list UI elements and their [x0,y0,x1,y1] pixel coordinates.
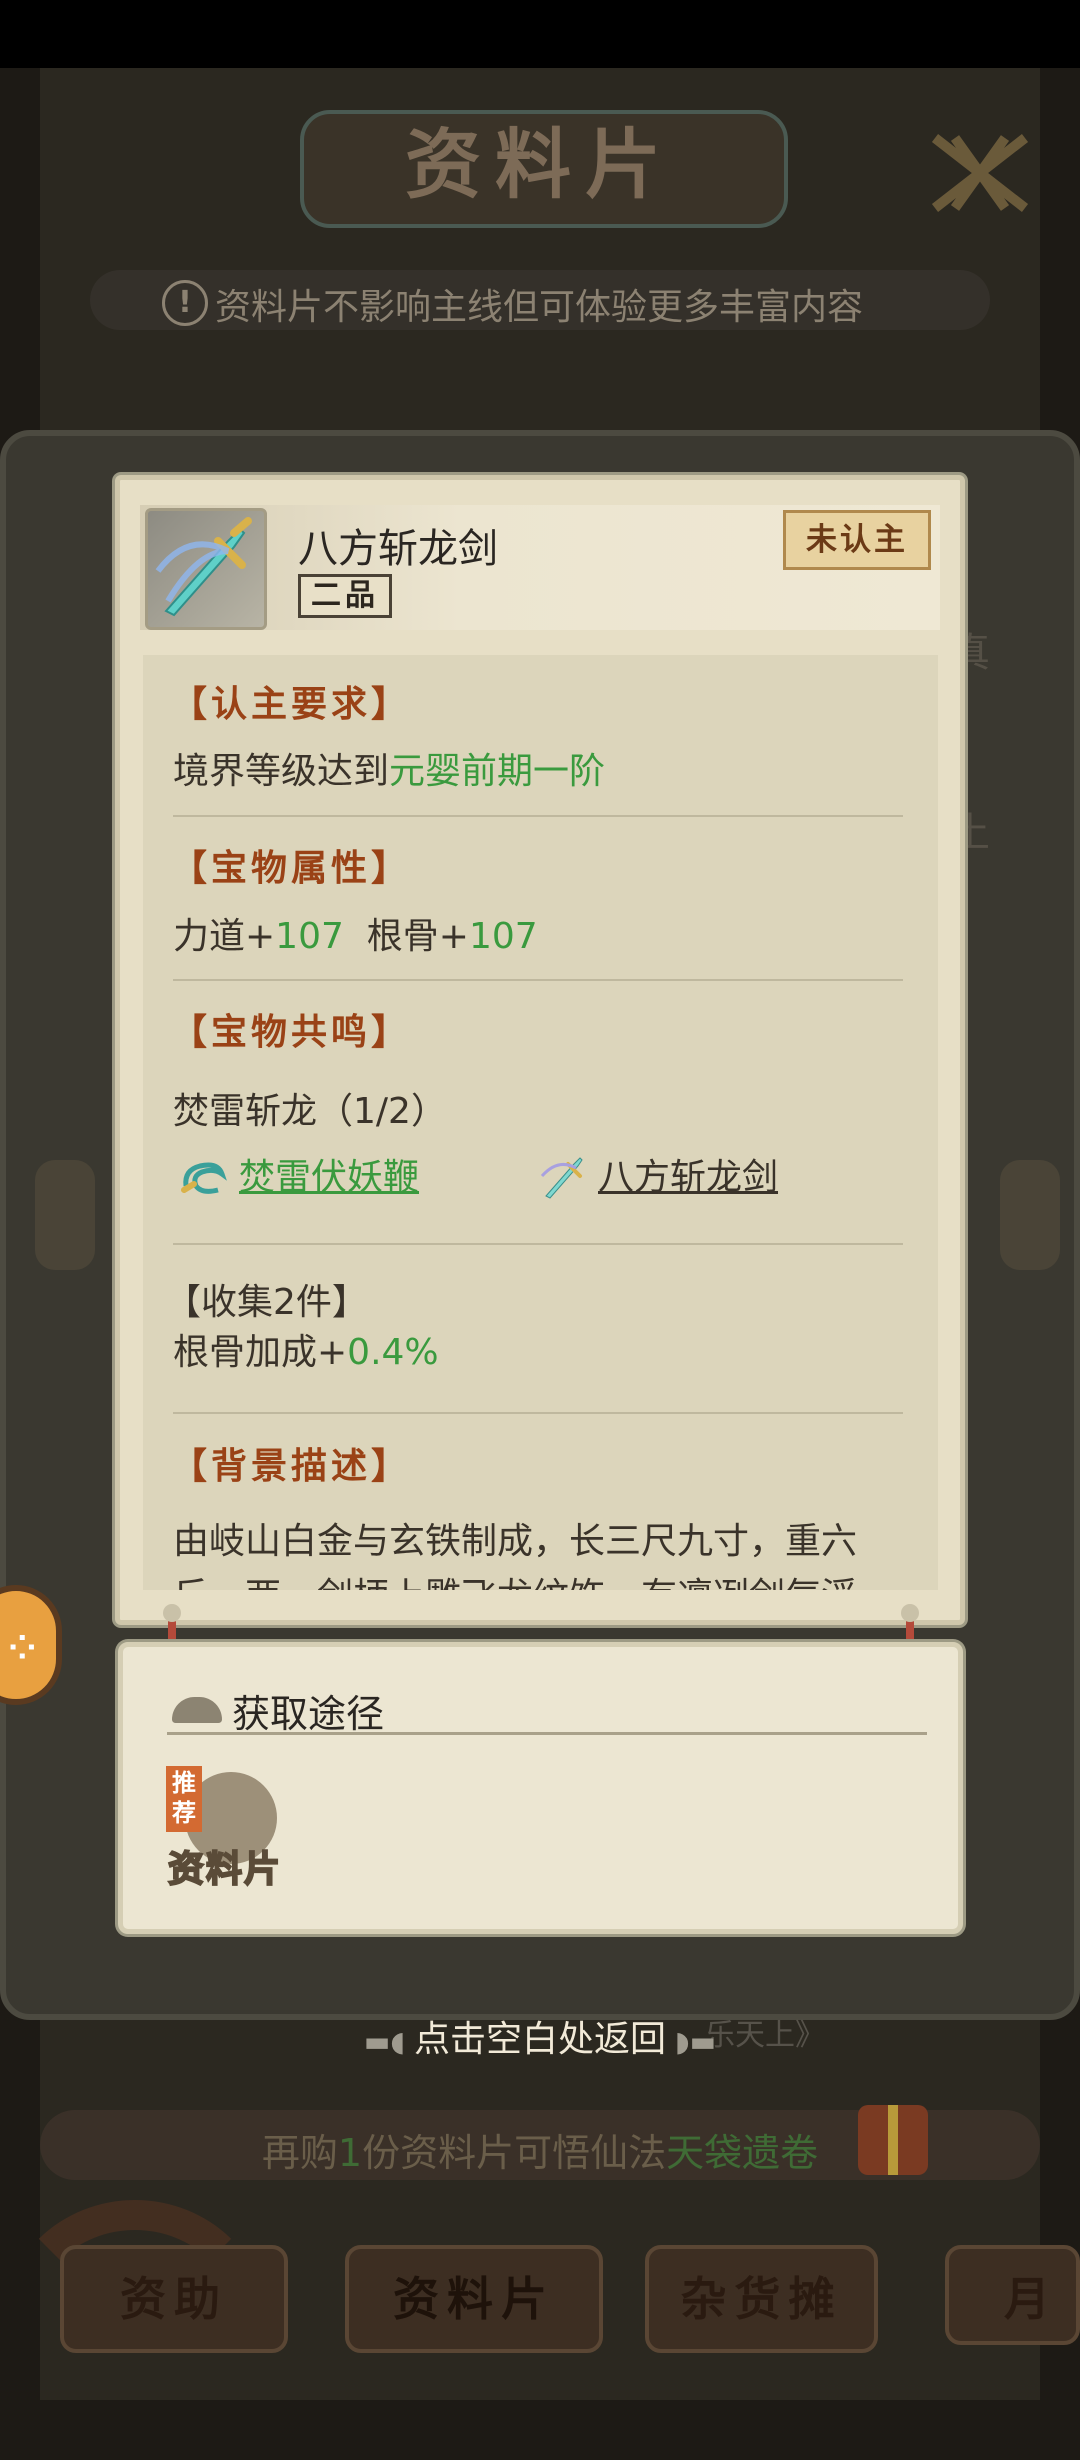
left-arrow-icon[interactable] [35,1160,95,1270]
divider [173,979,903,981]
divider [173,1243,903,1245]
flourish-right-icon: ◗▬ [666,2025,717,2058]
nav-month-button[interactable]: 月 [945,2245,1080,2345]
resonance-item-link[interactable]: 焚雷伏妖鞭 [239,1148,419,1200]
requirement-title: 【认主要求】 [171,683,412,725]
return-hint-text: 点击空白处返回 [413,2019,666,2060]
item-detail-scroll[interactable]: 【认主要求】 境界等级达到元婴前期一阶 【宝物属性】 力道+107 根骨+107… [143,655,938,1590]
background-desc-line: 由岐山白金与玄铁制成，长三尺九寸，重六 [173,1521,858,1562]
nav-help-button[interactable]: 资助 [60,2245,288,2353]
sword-icon [540,1157,583,1199]
divider [167,1732,927,1735]
notice-text: 资料片不影响主线但可体验更多丰富内容 [215,287,864,328]
requirement-value: 元婴前期一阶 [389,751,606,792]
page-title: 资料片 [405,120,675,209]
dots-icon: ⁘ [8,1628,37,1668]
sword-icon [145,508,267,630]
nav-shop-button[interactable]: 杂货摊 [645,2245,878,2353]
background-desc-line: 斤一两，剑柄上雕飞龙纹饰，有凛冽剑气浮 [173,1567,857,1590]
nav-ziliao-button[interactable]: 资料片 [345,2245,603,2353]
source-label[interactable]: 资料片 [167,1840,282,1892]
divider [173,1412,903,1414]
background-desc-title: 【背景描述】 [171,1445,412,1487]
status-bar [0,0,1080,68]
divider [173,815,903,817]
close-icon[interactable] [925,128,1035,218]
exclamation-icon: ! [162,280,208,326]
source-title: 获取途径 [232,1692,385,1736]
collect-bonus-title: 【收集2件】 [165,1282,368,1323]
whip-icon [181,1162,227,1194]
resonance-set-name: 焚雷斩龙（1/2） [173,1091,447,1132]
flourish-left-icon: ▬◖ [363,2025,414,2058]
status-badge: 未认主 [783,510,931,570]
grade-badge: 二品 [298,574,392,618]
requirement-text: 境界等级达到元婴前期一阶 [173,751,606,792]
gift-box-icon[interactable] [858,2105,928,2175]
attributes-title: 【宝物属性】 [171,847,412,889]
right-arrow-icon[interactable] [1000,1160,1060,1270]
resonance-item-link[interactable]: 八方斩龙剑 [598,1148,778,1200]
recommend-tag: 推荐 [166,1766,202,1832]
collect-bonus-text: 根骨加成+0.4% [173,1332,439,1373]
item-name: 八方斩龙剑 [298,526,498,572]
resonance-title: 【宝物共鸣】 [171,1011,412,1053]
attributes-text: 力道+107 根骨+107 [173,916,538,957]
return-hint[interactable]: ▬◖ 点击空白处返回 ◗▬ [0,2010,1080,2062]
